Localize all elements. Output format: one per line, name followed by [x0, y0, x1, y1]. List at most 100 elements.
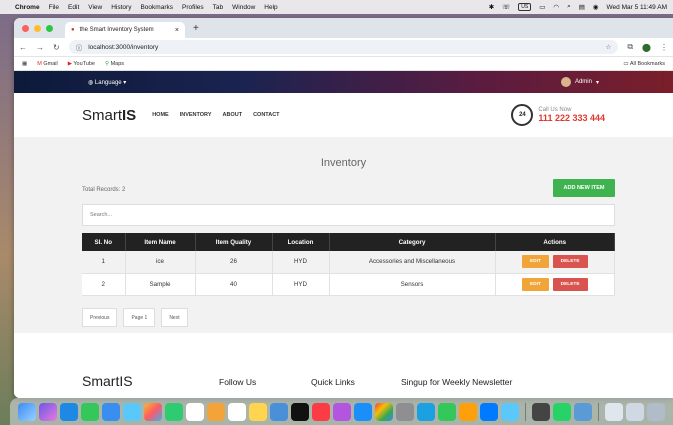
menu-edit[interactable]: Edit [68, 4, 79, 11]
contacts-icon[interactable] [207, 402, 225, 421]
whatsapp-icon[interactable] [553, 402, 571, 421]
menu-view[interactable]: View [88, 4, 102, 11]
zoom-window-button[interactable] [46, 24, 53, 32]
control-center-icon[interactable]: ▤ [579, 3, 585, 11]
bluetooth-icon[interactable]: ✱ [489, 3, 494, 11]
spotlight-search-icon[interactable]: ⌕ [567, 3, 571, 11]
bookmark-youtube[interactable]: ▶ YouTube [68, 61, 95, 67]
battery-icon[interactable]: ▭ [539, 3, 545, 11]
tab-title: the Smart Inventory System [79, 27, 154, 33]
browser-menu-icon[interactable]: ⋮ [660, 43, 668, 52]
nav-inventory[interactable]: INVENTORY [180, 112, 212, 118]
menu-file[interactable]: File [49, 4, 59, 11]
menu-history[interactable]: History [111, 4, 131, 11]
forward-arrow-icon[interactable]: → [36, 43, 44, 52]
delete-button[interactable]: DELETE [552, 277, 588, 291]
bookmark-star-icon[interactable]: ☆ [606, 43, 612, 51]
safari-icon[interactable] [60, 402, 78, 421]
bookmark-maps[interactable]: ⚲ Maps [105, 61, 124, 67]
photos-icon[interactable] [144, 402, 162, 421]
edit-button[interactable]: EDIT [521, 277, 549, 291]
vscode-icon[interactable] [480, 402, 498, 421]
finder-icon[interactable] [18, 402, 36, 421]
search-input[interactable] [82, 204, 615, 226]
trash-icon[interactable] [647, 402, 665, 421]
apps-grid-icon[interactable]: ▦ [22, 61, 27, 67]
edit-button[interactable]: EDIT [521, 255, 549, 269]
nav-about[interactable]: ABOUT [223, 112, 243, 118]
address-bar[interactable]: ⓘ localhost:3000/inventory ☆ [68, 40, 619, 54]
dock-separator [598, 402, 599, 421]
menu-help[interactable]: Help [264, 4, 277, 11]
siri-icon[interactable]: ◉ [593, 3, 599, 11]
facetime-icon[interactable] [165, 402, 183, 421]
menu-app-name[interactable]: Chrome [15, 4, 40, 11]
mail-icon[interactable] [102, 402, 120, 421]
tab-active[interactable]: ● the Smart Inventory System × [65, 22, 185, 38]
bookmark-gmail[interactable]: M Gmail [37, 61, 58, 67]
menu-tab[interactable]: Tab [213, 4, 223, 11]
system-settings-icon[interactable] [396, 402, 414, 421]
chrome-icon[interactable] [375, 402, 393, 421]
preview-icon[interactable] [501, 402, 519, 421]
tab-close-icon[interactable]: × [175, 27, 179, 34]
add-new-item-button[interactable]: ADD NEW ITEM [553, 179, 615, 197]
call-us: 24 Call Us Now 111 222 333 444 [511, 104, 605, 126]
screenshot-icon[interactable] [574, 402, 592, 421]
app-store-icon[interactable] [354, 402, 372, 421]
documents-folder-icon[interactable] [626, 402, 644, 421]
notes-icon[interactable] [249, 402, 267, 421]
dock-separator [525, 402, 526, 421]
site-info-icon[interactable]: ⓘ [76, 42, 83, 52]
music-icon[interactable] [312, 402, 330, 421]
admin-menu[interactable]: Admin ▾ [560, 77, 599, 87]
launchpad-icon[interactable] [39, 402, 57, 421]
minimize-window-button[interactable] [34, 24, 41, 32]
numbers-icon[interactable] [438, 402, 456, 421]
col-sl-no: Sl. No [82, 233, 126, 251]
terminal-icon[interactable] [532, 402, 550, 421]
extensions-icon[interactable]: ⧉ [627, 42, 633, 52]
language-dropdown[interactable]: ◍ Language ▾ [88, 79, 126, 86]
menu-window[interactable]: Window [232, 4, 255, 11]
messages-icon[interactable] [81, 402, 99, 421]
phone-icon[interactable]: ☏ [502, 3, 510, 11]
profile-avatar-icon[interactable]: ⬤ [642, 43, 651, 52]
url-text[interactable]: localhost:3000/inventory [88, 44, 158, 51]
site-header: SmartIS HOME INVENTORY ABOUT CONTACT 24 … [14, 93, 673, 137]
podcasts-icon[interactable] [333, 402, 351, 421]
nav-contact[interactable]: CONTACT [253, 112, 279, 118]
youtube-icon: ▶ [67, 60, 72, 67]
status-area: ✱ ☏ US ▭ ◠ ⌕ ▤ ◉ Wed Mar 5 11:49 AM [489, 3, 667, 11]
cell-category: Accessories and Miscellaneous [329, 251, 496, 274]
new-tab-button[interactable]: + [193, 23, 199, 34]
call-number[interactable]: 111 222 333 444 [538, 113, 605, 123]
nav-home[interactable]: HOME [152, 112, 169, 118]
cell-quality: 40 [195, 273, 273, 296]
reminders-icon[interactable] [228, 402, 246, 421]
pages-icon[interactable] [459, 402, 477, 421]
close-window-button[interactable] [22, 24, 29, 32]
all-bookmarks[interactable]: ▭ All Bookmarks [623, 61, 665, 67]
site-logo[interactable]: SmartIS [82, 107, 136, 124]
table-row: 1 ice 26 HYD Accessories and Miscellaneo… [82, 251, 615, 274]
menubar-clock[interactable]: Wed Mar 5 11:49 AM [607, 4, 667, 11]
downloads-folder-icon[interactable] [605, 402, 623, 421]
tab-favicon-icon: ● [71, 27, 75, 33]
maps-icon[interactable] [123, 402, 141, 421]
wifi-icon[interactable]: ◠ [553, 3, 559, 11]
back-arrow-icon[interactable]: ← [19, 43, 27, 52]
apple-tv-icon[interactable] [291, 402, 309, 421]
menu-profiles[interactable]: Profiles [182, 4, 204, 11]
cell-quality: 26 [195, 251, 273, 274]
next-page-button[interactable]: Next [161, 308, 188, 327]
freeform-icon[interactable] [270, 402, 288, 421]
delete-button[interactable]: DELETE [552, 255, 588, 269]
previous-page-button[interactable]: Previous [82, 308, 118, 327]
menu-bookmarks[interactable]: Bookmarks [140, 4, 173, 11]
xcode-icon[interactable] [417, 402, 435, 421]
input-source[interactable]: US [518, 3, 532, 11]
footer-logo[interactable]: SmartIS [82, 373, 133, 389]
calendar-icon[interactable] [186, 402, 204, 421]
reload-icon[interactable]: ↻ [53, 43, 60, 52]
